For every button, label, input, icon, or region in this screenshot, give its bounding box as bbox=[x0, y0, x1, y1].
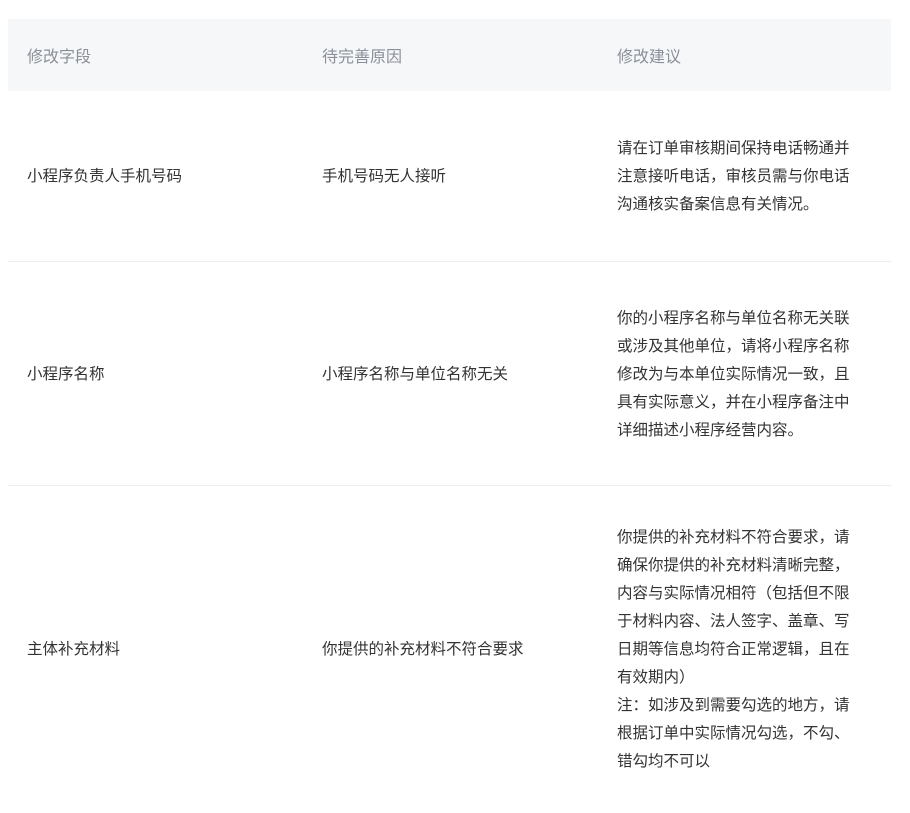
cell-suggestion: 你提供的补充材料不符合要求，请 确保你提供的补充材料清晰完整， 内容与实际情况相… bbox=[617, 528, 850, 770]
header-field: 修改字段 bbox=[27, 47, 92, 66]
cell-field: 小程序名称 bbox=[27, 364, 105, 383]
table-row: 小程序负责人手机号码 手机号码无人接听 请在订单审核期间保持电话畅通并 注意接听… bbox=[8, 91, 891, 262]
cell-suggestion: 请在订单审核期间保持电话畅通并 注意接听电话，审核员需与你电话 沟通核实备案信息… bbox=[617, 139, 850, 213]
cell-field: 小程序负责人手机号码 bbox=[27, 167, 183, 185]
cell-reason: 手机号码无人接听 bbox=[322, 167, 447, 185]
cell-reason: 小程序名称与单位名称无关 bbox=[322, 364, 509, 383]
cell-reason: 你提供的补充材料不符合要求 bbox=[322, 640, 524, 658]
table-row: 小程序名称 小程序名称与单位名称无关 你的小程序名称与单位名称无关联 或涉及其他… bbox=[8, 262, 891, 486]
review-feedback-table: 修改字段 待完善原因 修改建议 小程序负责人手机号码 手机号码无人接听 请在订单… bbox=[8, 19, 891, 812]
table-row: 主体补充材料 你提供的补充材料不符合要求 你提供的补充材料不符合要求，请 确保你… bbox=[8, 486, 891, 812]
cell-suggestion: 你的小程序名称与单位名称无关联 或涉及其他单位，请将小程序名称 修改为与本单位实… bbox=[617, 308, 850, 439]
cell-field: 主体补充材料 bbox=[27, 640, 121, 658]
table-header: 修改字段 待完善原因 修改建议 bbox=[8, 19, 891, 91]
header-suggestion: 修改建议 bbox=[617, 47, 682, 66]
header-reason: 待完善原因 bbox=[322, 47, 403, 66]
